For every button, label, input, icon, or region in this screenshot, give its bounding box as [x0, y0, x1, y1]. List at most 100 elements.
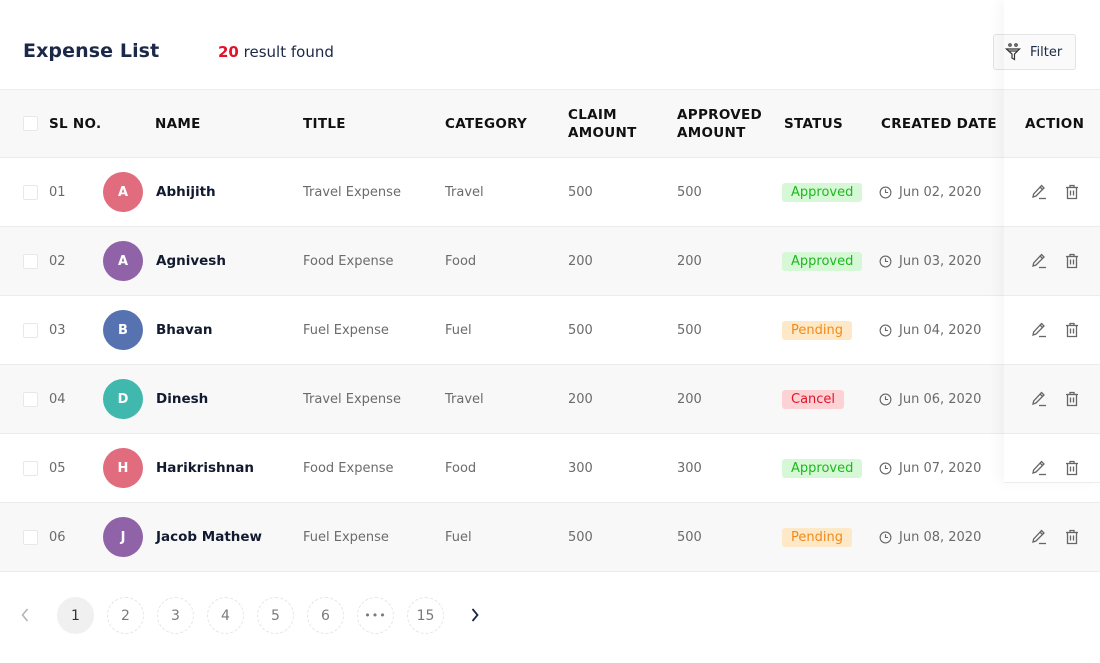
delete-trash-icon[interactable] — [1063, 528, 1081, 546]
row-claim-amount: 300 — [568, 460, 593, 476]
edit-pencil-icon[interactable] — [1030, 252, 1048, 270]
status-cell: Approved — [782, 458, 863, 478]
edit-pencil-icon[interactable] — [1030, 390, 1048, 408]
status-badge: Approved — [782, 182, 863, 202]
row-created-date: Jun 08, 2020 — [879, 530, 981, 545]
row-name[interactable]: Jacob Mathew — [156, 529, 262, 545]
row-date-text: Jun 08, 2020 — [899, 529, 982, 545]
page-button-2[interactable]: 2 — [107, 597, 144, 634]
table-row[interactable]: 02 A Agnivesh Food Expense Food 200 200 … — [0, 227, 1100, 296]
clock-icon — [879, 531, 892, 543]
row-title: Food Expense — [303, 253, 394, 269]
col-header-approved-amount[interactable]: APPROVED AMOUNT — [677, 106, 762, 142]
page-button-5[interactable]: 5 — [257, 597, 294, 634]
delete-trash-icon[interactable] — [1063, 321, 1081, 339]
row-date-text: Jun 06, 2020 — [899, 391, 982, 407]
row-name[interactable]: Dinesh — [156, 391, 208, 407]
edit-pencil-icon[interactable] — [1030, 183, 1048, 201]
col-header-created-date[interactable]: CREATED DATE — [881, 115, 997, 133]
row-name[interactable]: Bhavan — [156, 322, 213, 338]
row-checkbox[interactable] — [23, 529, 38, 545]
row-name[interactable]: Abhijith — [156, 184, 216, 200]
prev-page-icon[interactable] — [20, 607, 30, 623]
col-header-action: ACTION — [1025, 115, 1085, 132]
col-header-claim-line2: AMOUNT — [568, 125, 637, 141]
row-category: Food — [445, 253, 477, 269]
col-header-claim-amount[interactable]: CLAIM AMOUNT — [568, 106, 637, 142]
status-badge: Pending — [782, 527, 852, 547]
row-title: Fuel Expense — [303, 529, 389, 545]
edit-pencil-icon[interactable] — [1030, 528, 1048, 546]
col-header-approved-line1: APPROVED — [677, 107, 763, 123]
status-cell: Pending — [782, 527, 852, 547]
row-title: Fuel Expense — [303, 322, 389, 338]
page-button-4[interactable]: 4 — [207, 597, 244, 634]
page-header: Expense List 20 result found Filter — [0, 0, 1100, 90]
result-label: result found — [243, 43, 334, 61]
row-claim-amount: 500 — [568, 529, 593, 545]
row-sl-no: 05 — [49, 460, 66, 476]
page-button-1[interactable]: 1 — [57, 597, 94, 634]
col-header-category[interactable]: CATEGORY — [445, 115, 527, 133]
row-date-text: Jun 02, 2020 — [899, 184, 982, 200]
page-button-15[interactable]: 15 — [407, 597, 444, 634]
page-button-3[interactable]: 3 — [157, 597, 194, 634]
table-row[interactable]: 05 H Harikrishnan Food Expense Food 300 … — [0, 434, 1100, 503]
table-row[interactable]: 06 J Jacob Mathew Fuel Expense Fuel 500 … — [0, 503, 1100, 572]
row-title: Travel Expense — [303, 184, 401, 200]
row-checkbox[interactable] — [23, 253, 38, 269]
filter-button[interactable]: Filter — [993, 34, 1076, 70]
col-header-name[interactable]: NAME — [155, 115, 201, 133]
table-row[interactable]: 03 B Bhavan Fuel Expense Fuel 500 500 Pe… — [0, 296, 1100, 365]
delete-trash-icon[interactable] — [1063, 390, 1081, 408]
row-category: Fuel — [445, 322, 472, 338]
filter-label: Filter — [1030, 44, 1063, 60]
row-name[interactable]: Harikrishnan — [156, 460, 254, 476]
row-sl-no: 04 — [49, 391, 66, 407]
row-claim-amount: 200 — [568, 253, 593, 269]
row-created-date: Jun 02, 2020 — [879, 185, 981, 200]
row-category: Travel — [445, 391, 484, 407]
row-sl-no: 03 — [49, 322, 66, 338]
avatar: H — [103, 448, 143, 488]
row-claim-amount: 500 — [568, 184, 593, 200]
row-checkbox[interactable] — [23, 184, 38, 200]
page-ellipsis[interactable]: ••• — [357, 597, 394, 634]
row-approved-amount: 500 — [677, 529, 702, 545]
row-approved-amount: 500 — [677, 184, 702, 200]
clock-icon — [879, 462, 892, 474]
row-created-date: Jun 06, 2020 — [879, 392, 981, 407]
status-badge: Pending — [782, 320, 852, 340]
row-date-text: Jun 07, 2020 — [899, 460, 982, 476]
status-cell: Pending — [782, 320, 852, 340]
row-created-date: Jun 03, 2020 — [879, 254, 981, 269]
row-checkbox[interactable] — [23, 391, 38, 407]
delete-trash-icon[interactable] — [1063, 183, 1081, 201]
page-button-6[interactable]: 6 — [307, 597, 344, 634]
col-header-title[interactable]: TITLE — [303, 115, 346, 133]
select-all-checkbox[interactable] — [23, 116, 38, 131]
delete-trash-icon[interactable] — [1063, 252, 1081, 270]
row-approved-amount: 200 — [677, 253, 702, 269]
col-header-sl[interactable]: SL NO. — [49, 115, 101, 133]
clock-icon — [879, 324, 892, 336]
table-row[interactable]: 04 D Dinesh Travel Expense Travel 200 20… — [0, 365, 1100, 434]
edit-pencil-icon[interactable] — [1030, 459, 1048, 477]
delete-trash-icon[interactable] — [1063, 459, 1081, 477]
table-row[interactable]: 01 A Abhijith Travel Expense Travel 500 … — [0, 158, 1100, 227]
row-approved-amount: 300 — [677, 460, 702, 476]
next-page-icon[interactable] — [470, 607, 480, 623]
row-name[interactable]: Agnivesh — [156, 253, 226, 269]
row-checkbox[interactable] — [23, 460, 38, 476]
avatar: D — [103, 379, 143, 419]
status-badge: Approved — [782, 251, 863, 271]
status-badge: Cancel — [782, 389, 845, 409]
status-cell: Cancel — [782, 389, 845, 409]
col-header-status[interactable]: STATUS — [784, 115, 843, 133]
pagination: 1 2 3 4 5 6 ••• 15 — [0, 597, 520, 635]
avatar: A — [103, 241, 143, 281]
filter-funnel-icon — [1005, 43, 1021, 61]
edit-pencil-icon[interactable] — [1030, 321, 1048, 339]
row-category: Travel — [445, 184, 484, 200]
row-checkbox[interactable] — [23, 322, 38, 338]
